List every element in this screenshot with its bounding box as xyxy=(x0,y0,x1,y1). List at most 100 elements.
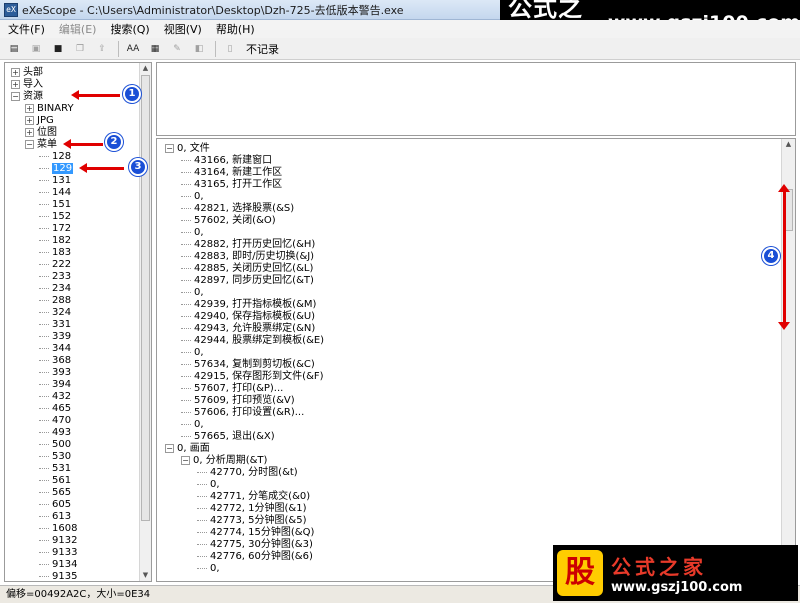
menu-entry[interactable]: 42883, 即时/历史切换(&J) xyxy=(181,251,314,263)
menu-entry[interactable]: 0, xyxy=(181,287,204,299)
menu-group[interactable]: −0, 画面 xyxy=(165,443,210,455)
tree-leaf[interactable]: 1608 xyxy=(39,523,77,535)
tree-leaf[interactable]: 470 xyxy=(39,415,71,427)
tree-leaf[interactable]: 605 xyxy=(39,499,71,511)
tree-leaf[interactable]: 9133 xyxy=(39,547,77,559)
menu-entry[interactable]: 42773, 5分钟图(&5) xyxy=(197,515,307,527)
scroll-down-arrow-icon[interactable]: ▼ xyxy=(140,570,151,581)
menu-entry[interactable]: 42774, 15分钟图(&Q) xyxy=(197,527,314,539)
menu-item-2[interactable]: 搜索(Q) xyxy=(110,21,149,37)
tree-leaf[interactable]: 151 xyxy=(39,199,71,211)
tree-leaf[interactable]: 144 xyxy=(39,187,71,199)
tree-leaf[interactable]: 394 xyxy=(39,379,71,391)
menu-entry[interactable]: 57634, 复制到剪切板(&C) xyxy=(181,359,315,371)
menu-group[interactable]: −0, 分析周期(&T) xyxy=(181,455,267,467)
binary-icon[interactable]: ▦ xyxy=(147,41,163,57)
tree-leaf[interactable]: 234 xyxy=(39,283,71,295)
edit-icon[interactable]: ✎ xyxy=(169,41,185,57)
log-icon[interactable]: ▯ xyxy=(222,41,238,57)
tree-leaf[interactable]: 129 xyxy=(39,163,74,175)
tree-leaf[interactable]: 339 xyxy=(39,331,71,343)
tree-leaf[interactable]: 393 xyxy=(39,367,71,379)
tree-leaf[interactable]: 131 xyxy=(39,175,71,187)
menu-entry[interactable]: 0, xyxy=(181,191,204,203)
collapse-icon[interactable]: − xyxy=(25,139,34,149)
tree-leaf[interactable]: 530 xyxy=(39,451,71,463)
expand-icon[interactable]: + xyxy=(25,127,34,137)
tree-leaf[interactable]: 128 xyxy=(39,151,71,163)
menu-entry[interactable]: 42776, 60分钟图(&6) xyxy=(197,551,313,563)
menu-item-0[interactable]: 文件(F) xyxy=(8,21,45,37)
tree-leaf[interactable]: 565 xyxy=(39,487,71,499)
tree-leaf[interactable]: 531 xyxy=(39,463,71,475)
tree-node[interactable]: + 位图 xyxy=(25,127,57,139)
menu-entry[interactable]: 57609, 打印预览(&V) xyxy=(181,395,295,407)
menu-entry[interactable]: 42772, 1分钟图(&1) xyxy=(197,503,307,515)
font-icon[interactable]: AA xyxy=(125,41,141,57)
menu-entry[interactable]: 42943, 允许股票绑定(&N) xyxy=(181,323,315,335)
menu-entry[interactable]: 42775, 30分钟图(&3) xyxy=(197,539,313,551)
menu-entry[interactable]: 0, xyxy=(197,563,220,575)
tree-leaf[interactable]: 613 xyxy=(39,511,71,523)
tree-leaf[interactable]: 500 xyxy=(39,439,71,451)
copy-icon[interactable]: ❐ xyxy=(72,41,88,57)
tree-leaf[interactable]: 561 xyxy=(39,475,71,487)
collapse-icon[interactable]: − xyxy=(181,455,190,465)
tree-leaf[interactable]: 465 xyxy=(39,403,71,415)
open-icon[interactable]: ▣ xyxy=(28,41,44,57)
tree-node[interactable]: + JPG xyxy=(25,115,54,127)
scroll-up-arrow-icon[interactable]: ▲ xyxy=(783,139,794,150)
menu-entry[interactable]: 42944, 股票绑定到模板(&E) xyxy=(181,335,324,347)
tree-leaf[interactable]: 288 xyxy=(39,295,71,307)
tree-node[interactable]: − 资源 xyxy=(11,91,43,103)
tree-leaf[interactable]: 368 xyxy=(39,355,71,367)
resource-tree-pane[interactable]: + 头部 + 导入 − 资源 + BINARY + JPG + 位图 − 菜单 128 129 131 144 15… xyxy=(4,62,152,582)
menu-entry[interactable]: 42770, 分时图(&t) xyxy=(197,467,298,479)
tree-node[interactable]: + BINARY xyxy=(25,103,74,115)
new-icon[interactable]: ▤ xyxy=(6,41,22,57)
menu-entry[interactable]: 0, xyxy=(181,419,204,431)
tree-leaf[interactable]: 9135 xyxy=(39,571,77,581)
tree-leaf[interactable]: 172 xyxy=(39,223,71,235)
menu-entry[interactable]: 42885, 关闭历史回忆(&L) xyxy=(181,263,313,275)
menu-entry[interactable]: 0, xyxy=(181,347,204,359)
tree-leaf[interactable]: 233 xyxy=(39,271,71,283)
tree-node[interactable]: − 菜单 xyxy=(25,139,57,151)
collapse-icon[interactable]: − xyxy=(165,443,174,453)
expand-icon[interactable]: + xyxy=(11,67,20,77)
tree-leaf[interactable]: 324 xyxy=(39,307,71,319)
tree-leaf[interactable]: 432 xyxy=(39,391,71,403)
tree-leaf[interactable]: 344 xyxy=(39,343,71,355)
tree-leaf[interactable]: 152 xyxy=(39,211,71,223)
menu-item-3[interactable]: 视图(V) xyxy=(164,21,202,37)
tree-leaf[interactable]: 493 xyxy=(39,427,71,439)
tree-scroll-thumb[interactable] xyxy=(141,75,150,521)
expand-icon[interactable]: + xyxy=(25,115,34,125)
tree-leaf[interactable]: 183 xyxy=(39,247,71,259)
expand-icon[interactable]: + xyxy=(25,103,34,113)
menu-items-pane[interactable]: −0, 文件 43166, 新建窗口 43164, 新建工作区 43165, 打开工作… xyxy=(156,138,796,582)
tree-node[interactable]: + 导入 xyxy=(11,79,43,91)
collapse-icon[interactable]: − xyxy=(165,143,174,153)
tree-node[interactable]: + 头部 xyxy=(11,67,43,79)
scroll-up-arrow-icon[interactable]: ▲ xyxy=(140,63,151,74)
tree-leaf[interactable]: 222 xyxy=(39,259,71,271)
no-log-button[interactable]: 不记录 xyxy=(246,41,279,57)
save-icon[interactable]: ■ xyxy=(50,41,66,57)
tree-leaf[interactable]: 182 xyxy=(39,235,71,247)
tree-leaf[interactable]: 9132 xyxy=(39,535,77,547)
expand-icon[interactable]: + xyxy=(11,79,20,89)
menu-entry[interactable]: 43166, 新建窗口 xyxy=(181,155,272,167)
menu-entry[interactable]: 43164, 新建工作区 xyxy=(181,167,282,179)
menu-group[interactable]: −0, 文件 xyxy=(165,143,210,155)
menu-entry[interactable]: 42940, 保存指标模板(&U) xyxy=(181,311,315,323)
menu-entry[interactable]: 42771, 分笔成交(&0) xyxy=(197,491,310,503)
menu-entry[interactable]: 57665, 退出(&X) xyxy=(181,431,275,443)
menu-entry[interactable]: 43165, 打开工作区 xyxy=(181,179,282,191)
menu-item-1[interactable]: 编辑(E) xyxy=(59,21,97,37)
tree-leaf[interactable]: 9134 xyxy=(39,559,77,571)
menu-item-4[interactable]: 帮助(H) xyxy=(216,21,255,37)
menu-entry[interactable]: 42915, 保存图形到文件(&F) xyxy=(181,371,324,383)
menu-entry[interactable]: 0, xyxy=(181,227,204,239)
tree-leaf[interactable]: 331 xyxy=(39,319,71,331)
